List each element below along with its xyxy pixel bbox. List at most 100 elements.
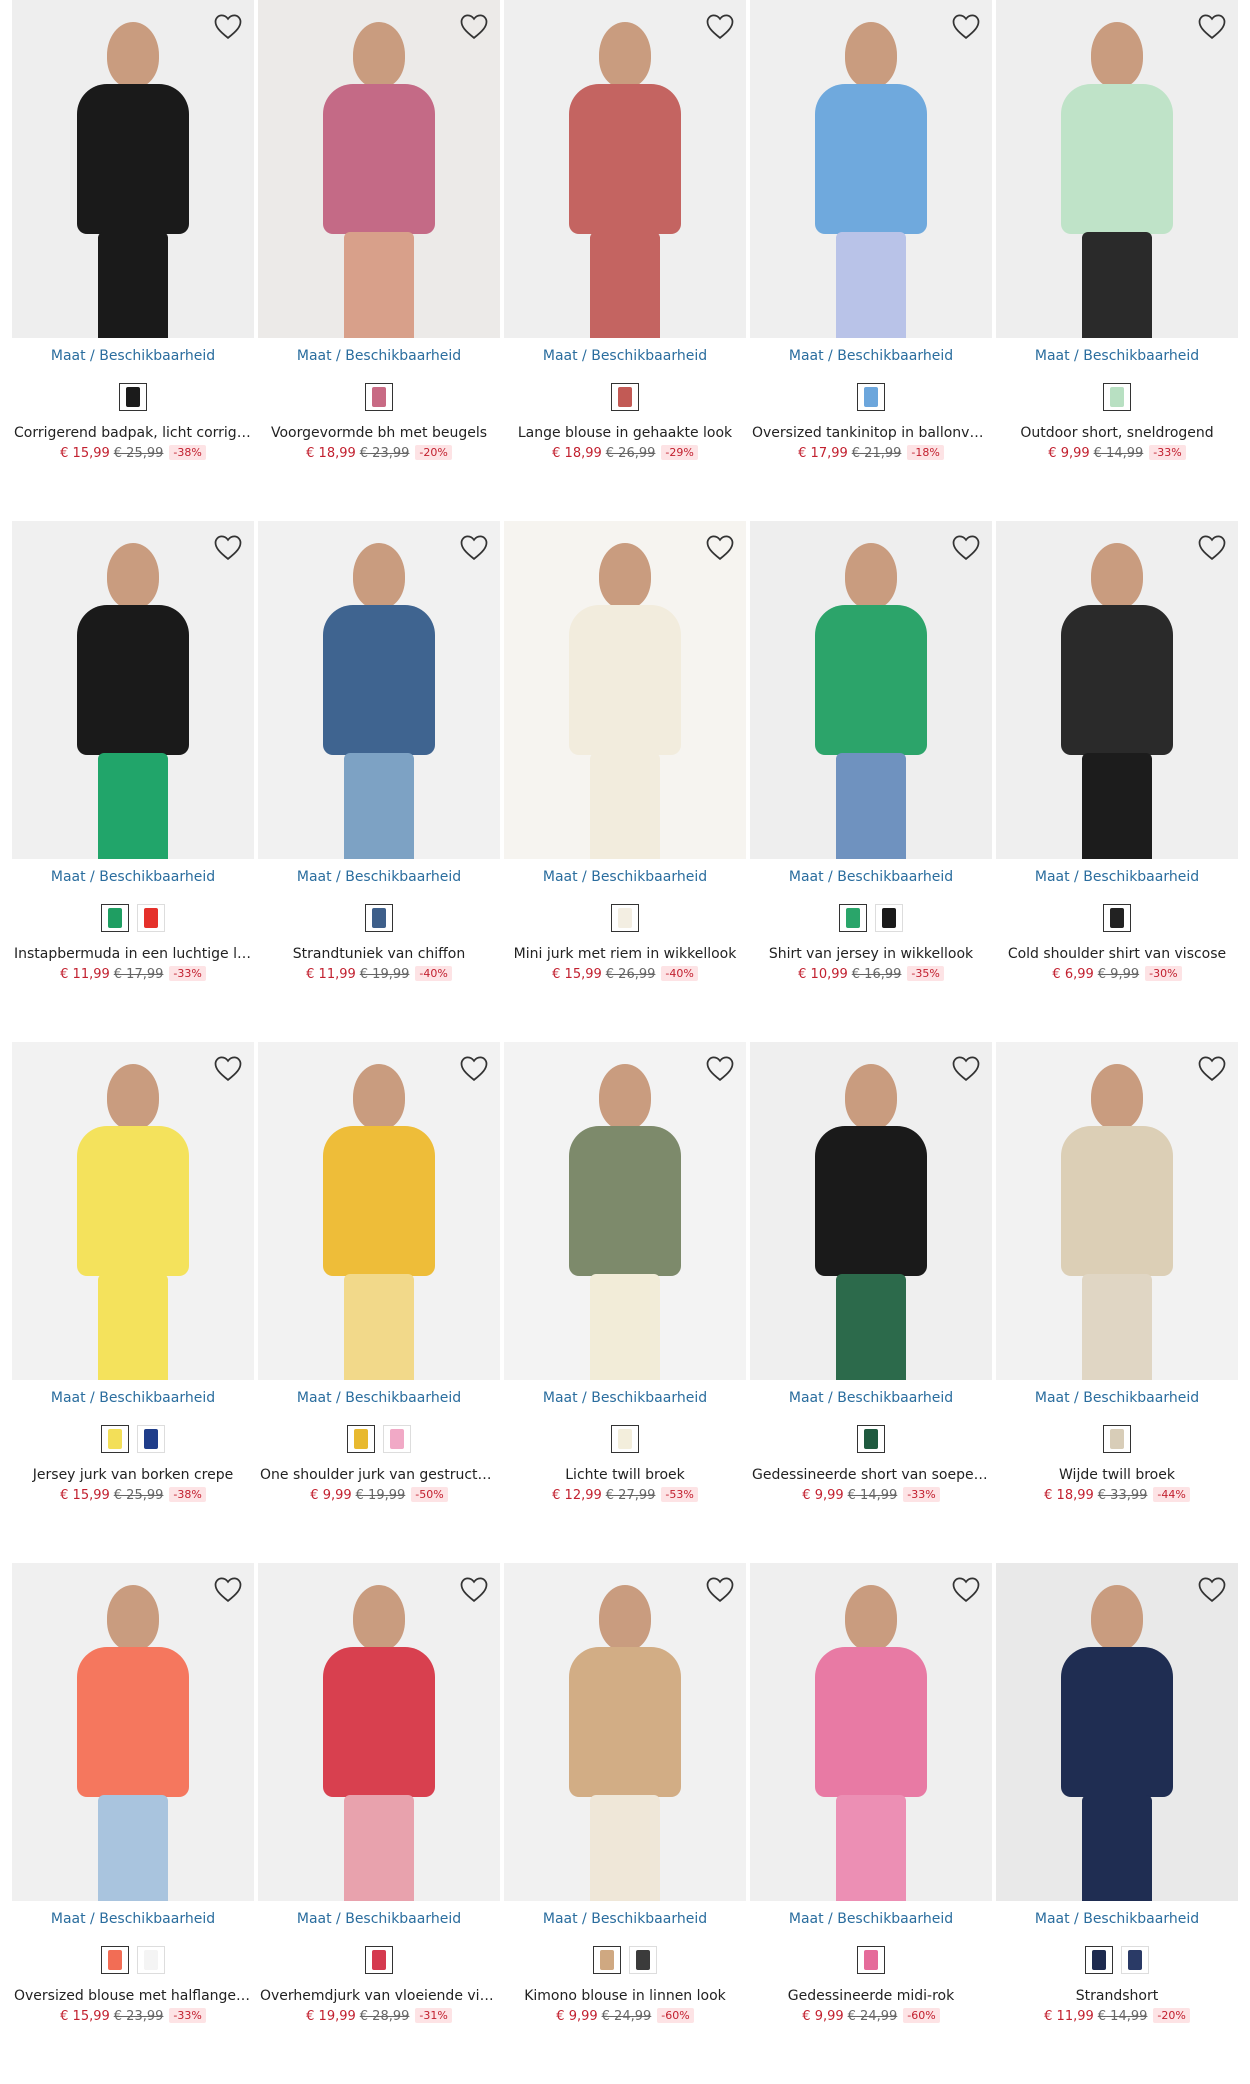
product-name[interactable]: Wijde twill broek xyxy=(996,1467,1238,1487)
product-name[interactable]: Shirt van jersey in wikkellook xyxy=(750,946,992,966)
product-image[interactable] xyxy=(504,0,746,338)
color-swatch[interactable] xyxy=(101,1425,129,1453)
wishlist-heart-icon[interactable] xyxy=(1196,10,1228,42)
wishlist-heart-icon[interactable] xyxy=(458,10,490,42)
wishlist-heart-icon[interactable] xyxy=(950,10,982,42)
product-image[interactable] xyxy=(12,521,254,859)
product-name[interactable]: Voorgevormde bh met beugels xyxy=(258,425,500,445)
size-availability-link[interactable]: Maat / Beschikbaarheid xyxy=(504,348,746,366)
product-image[interactable] xyxy=(996,0,1238,338)
size-availability-link[interactable]: Maat / Beschikbaarheid xyxy=(996,1911,1238,1929)
color-swatch[interactable] xyxy=(611,383,639,411)
product-name[interactable]: Oversized blouse met halflange mouwen xyxy=(12,1988,254,2008)
size-availability-link[interactable]: Maat / Beschikbaarheid xyxy=(12,348,254,366)
product-image[interactable] xyxy=(750,0,992,338)
size-availability-link[interactable]: Maat / Beschikbaarheid xyxy=(750,348,992,366)
color-swatch[interactable] xyxy=(857,1425,885,1453)
color-swatch[interactable] xyxy=(365,383,393,411)
wishlist-heart-icon[interactable] xyxy=(1196,1573,1228,1605)
product-name[interactable]: Gedessineerde short van soepele viscose xyxy=(750,1467,992,1487)
product-name[interactable]: Oversized tankinitop in ballonvorm xyxy=(750,425,992,445)
product-image[interactable] xyxy=(750,1042,992,1380)
product-name[interactable]: Lange blouse in gehaakte look xyxy=(504,425,746,445)
size-availability-link[interactable]: Maat / Beschikbaarheid xyxy=(750,869,992,887)
color-swatch[interactable] xyxy=(611,1425,639,1453)
color-swatch[interactable] xyxy=(593,1946,621,1974)
size-availability-link[interactable]: Maat / Beschikbaarheid xyxy=(504,869,746,887)
color-swatch[interactable] xyxy=(839,904,867,932)
wishlist-heart-icon[interactable] xyxy=(704,10,736,42)
product-name[interactable]: One shoulder jurk van gestructureerde vi… xyxy=(258,1467,500,1487)
product-name[interactable]: Kimono blouse in linnen look xyxy=(504,1988,746,2008)
product-image[interactable] xyxy=(504,521,746,859)
wishlist-heart-icon[interactable] xyxy=(458,1573,490,1605)
product-image[interactable] xyxy=(12,1563,254,1901)
product-name[interactable]: Strandtuniek van chiffon xyxy=(258,946,500,966)
wishlist-heart-icon[interactable] xyxy=(212,1573,244,1605)
wishlist-heart-icon[interactable] xyxy=(704,531,736,563)
color-swatch[interactable] xyxy=(1103,904,1131,932)
wishlist-heart-icon[interactable] xyxy=(704,1573,736,1605)
wishlist-heart-icon[interactable] xyxy=(458,531,490,563)
size-availability-link[interactable]: Maat / Beschikbaarheid xyxy=(996,1390,1238,1408)
color-swatch[interactable] xyxy=(365,1946,393,1974)
color-swatch[interactable] xyxy=(137,904,165,932)
color-swatch[interactable] xyxy=(857,383,885,411)
product-name[interactable]: Cold shoulder shirt van viscose xyxy=(996,946,1238,966)
product-name[interactable]: Gedessineerde midi-rok xyxy=(750,1988,992,2008)
product-image[interactable] xyxy=(996,1563,1238,1901)
size-availability-link[interactable]: Maat / Beschikbaarheid xyxy=(258,869,500,887)
product-name[interactable]: Strandshort xyxy=(996,1988,1238,2008)
color-swatch[interactable] xyxy=(365,904,393,932)
wishlist-heart-icon[interactable] xyxy=(1196,531,1228,563)
product-image[interactable] xyxy=(750,1563,992,1901)
wishlist-heart-icon[interactable] xyxy=(212,1052,244,1084)
color-swatch[interactable] xyxy=(101,1946,129,1974)
wishlist-heart-icon[interactable] xyxy=(950,1573,982,1605)
wishlist-heart-icon[interactable] xyxy=(212,531,244,563)
product-image[interactable] xyxy=(258,1563,500,1901)
size-availability-link[interactable]: Maat / Beschikbaarheid xyxy=(258,348,500,366)
product-name[interactable]: Overhemdjurk van vloeiende viscose xyxy=(258,1988,500,2008)
wishlist-heart-icon[interactable] xyxy=(704,1052,736,1084)
color-swatch[interactable] xyxy=(875,904,903,932)
product-image[interactable] xyxy=(258,1042,500,1380)
product-image[interactable] xyxy=(12,1042,254,1380)
product-name[interactable]: Jersey jurk van borken crepe xyxy=(12,1467,254,1487)
product-image[interactable] xyxy=(258,521,500,859)
product-name[interactable]: Corrigerend badpak, licht corrigerend xyxy=(12,425,254,445)
color-swatch[interactable] xyxy=(137,1425,165,1453)
color-swatch[interactable] xyxy=(137,1946,165,1974)
product-image[interactable] xyxy=(996,1042,1238,1380)
color-swatch[interactable] xyxy=(347,1425,375,1453)
size-availability-link[interactable]: Maat / Beschikbaarheid xyxy=(258,1911,500,1929)
color-swatch[interactable] xyxy=(1085,1946,1113,1974)
size-availability-link[interactable]: Maat / Beschikbaarheid xyxy=(12,1911,254,1929)
product-image[interactable] xyxy=(996,521,1238,859)
product-image[interactable] xyxy=(258,0,500,338)
size-availability-link[interactable]: Maat / Beschikbaarheid xyxy=(12,1390,254,1408)
size-availability-link[interactable]: Maat / Beschikbaarheid xyxy=(996,348,1238,366)
product-image[interactable] xyxy=(504,1042,746,1380)
size-availability-link[interactable]: Maat / Beschikbaarheid xyxy=(750,1911,992,1929)
product-name[interactable]: Instapbermuda in een luchtige linnen loo… xyxy=(12,946,254,966)
product-name[interactable]: Lichte twill broek xyxy=(504,1467,746,1487)
product-name[interactable]: Mini jurk met riem in wikkellook xyxy=(504,946,746,966)
wishlist-heart-icon[interactable] xyxy=(458,1052,490,1084)
product-name[interactable]: Outdoor short, sneldrogend xyxy=(996,425,1238,445)
color-swatch[interactable] xyxy=(857,1946,885,1974)
color-swatch[interactable] xyxy=(383,1425,411,1453)
color-swatch[interactable] xyxy=(1121,1946,1149,1974)
product-image[interactable] xyxy=(12,0,254,338)
wishlist-heart-icon[interactable] xyxy=(950,1052,982,1084)
size-availability-link[interactable]: Maat / Beschikbaarheid xyxy=(504,1911,746,1929)
color-swatch[interactable] xyxy=(1103,383,1131,411)
wishlist-heart-icon[interactable] xyxy=(212,10,244,42)
color-swatch[interactable] xyxy=(629,1946,657,1974)
color-swatch[interactable] xyxy=(119,383,147,411)
color-swatch[interactable] xyxy=(611,904,639,932)
wishlist-heart-icon[interactable] xyxy=(1196,1052,1228,1084)
product-image[interactable] xyxy=(750,521,992,859)
size-availability-link[interactable]: Maat / Beschikbaarheid xyxy=(258,1390,500,1408)
size-availability-link[interactable]: Maat / Beschikbaarheid xyxy=(750,1390,992,1408)
